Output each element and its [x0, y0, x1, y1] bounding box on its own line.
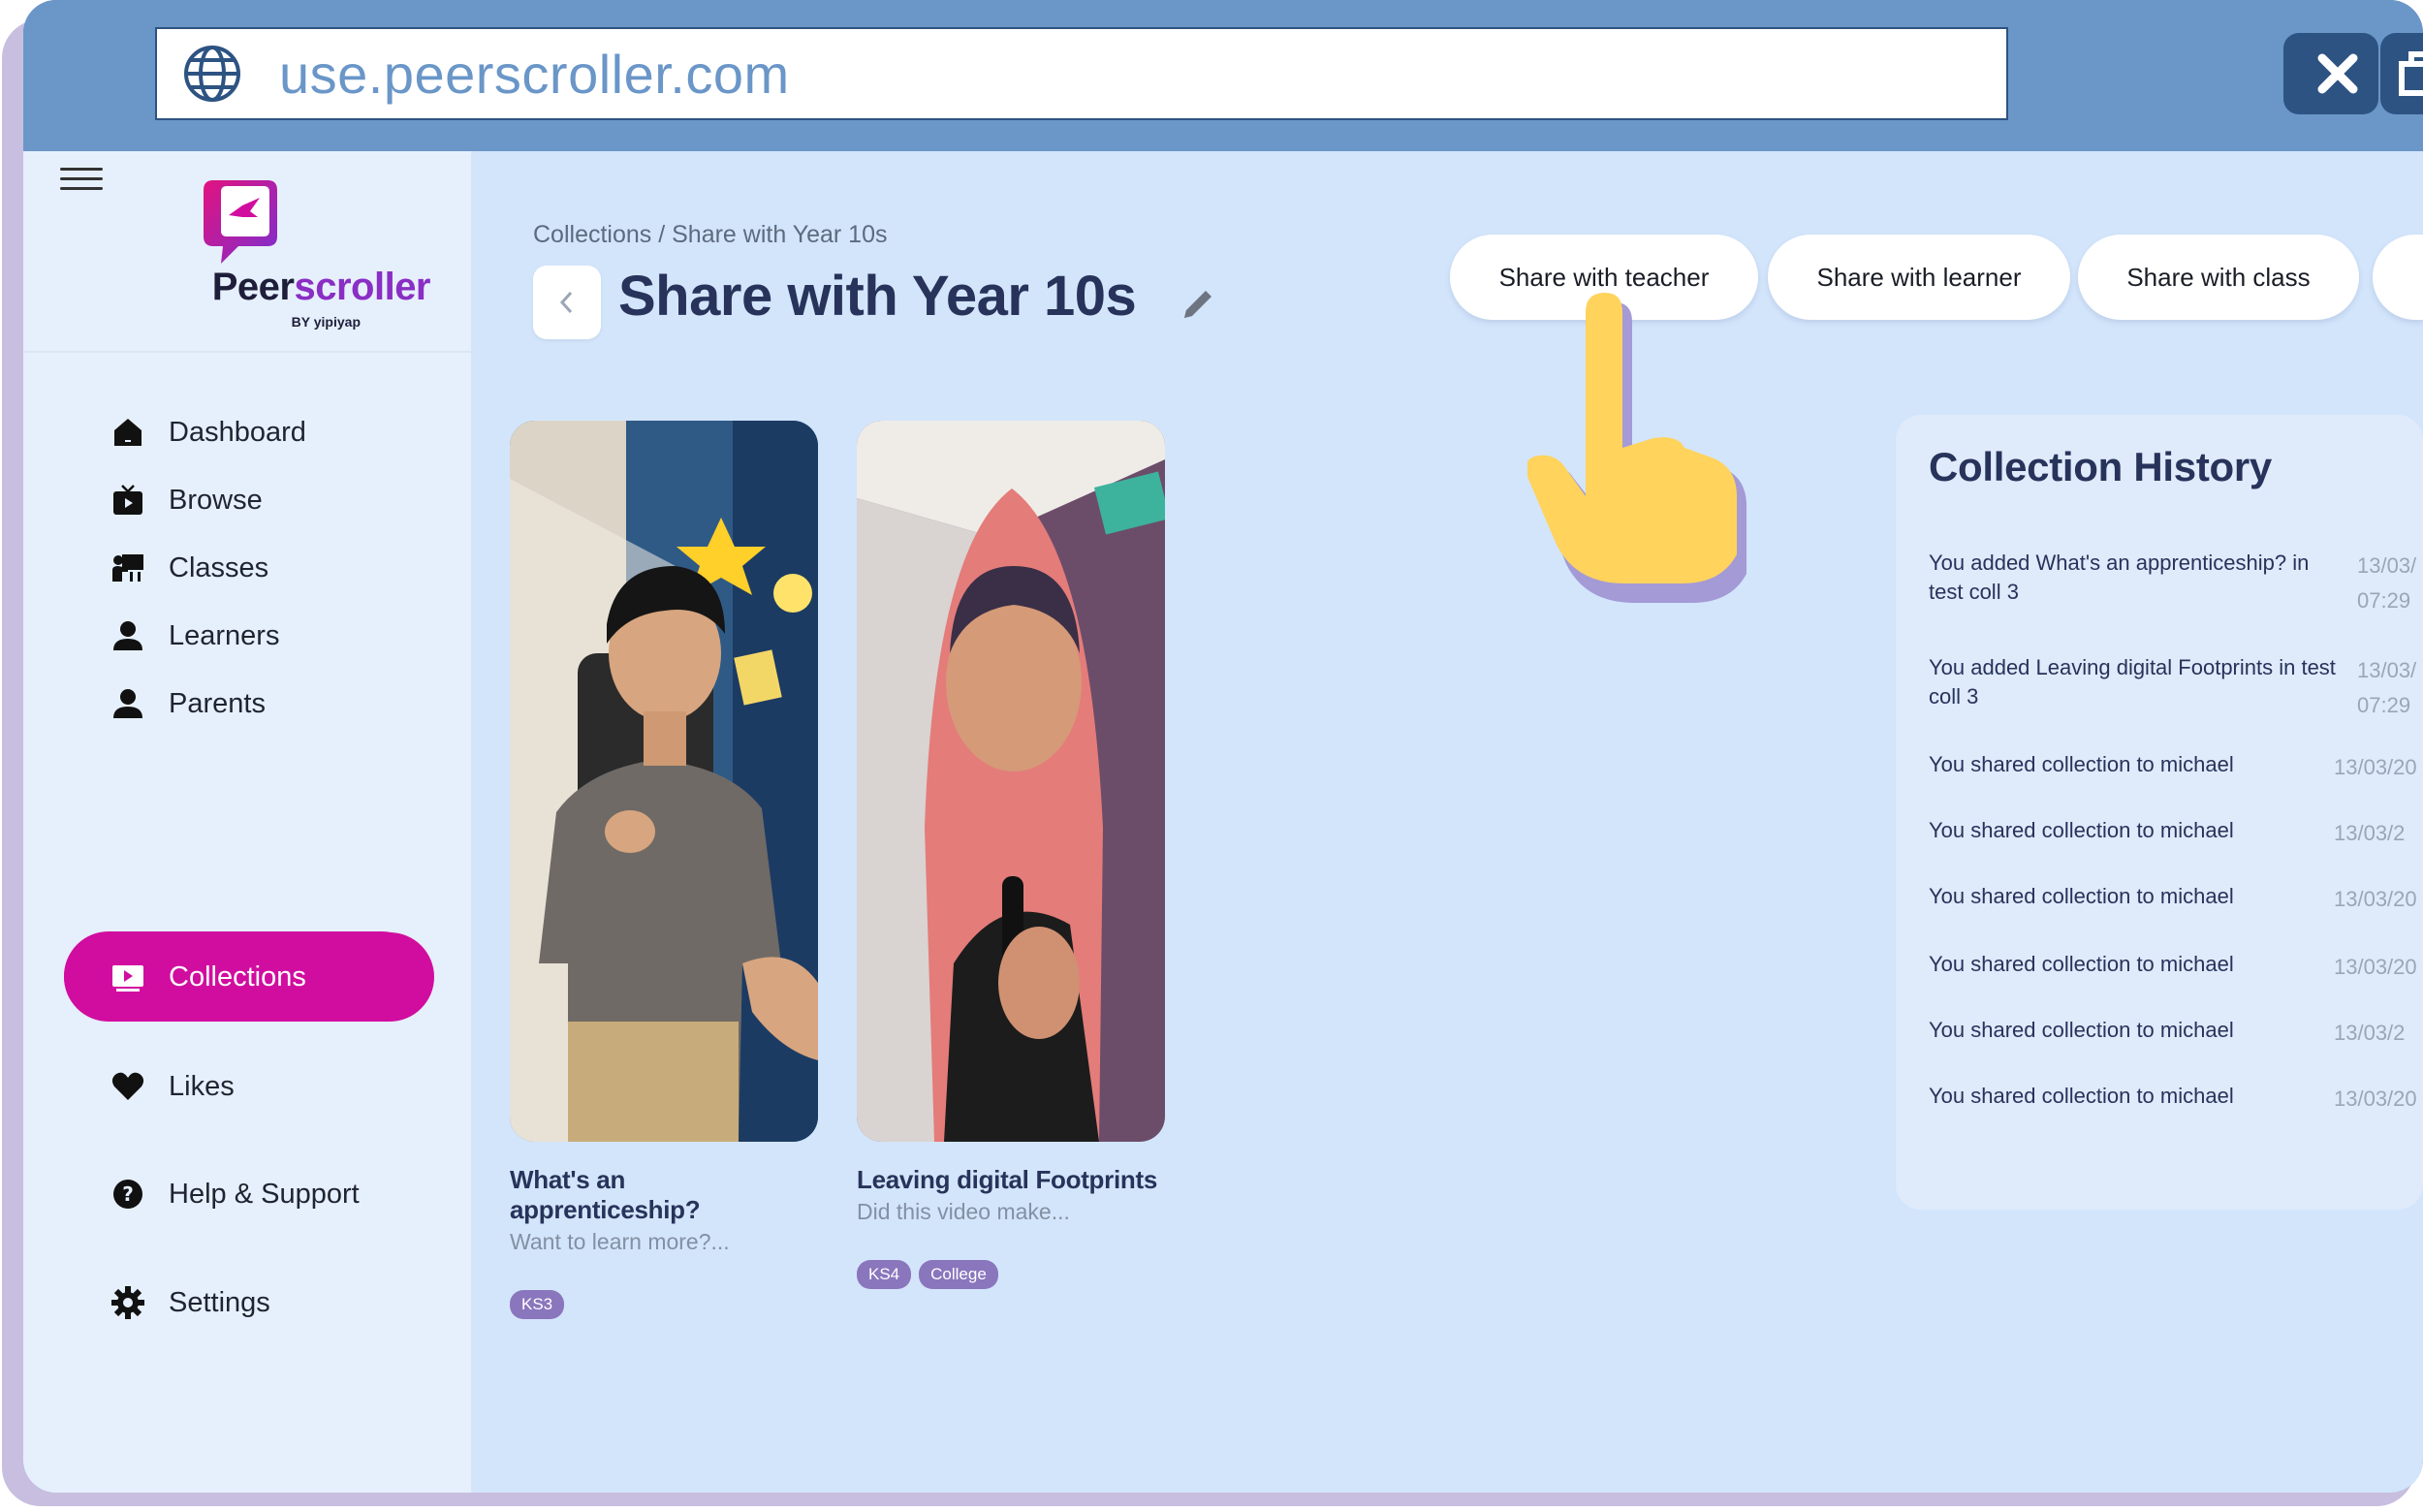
- logo-icon: [204, 180, 277, 264]
- video-title: Leaving digital Footprints: [857, 1165, 1157, 1194]
- sidebar-item-label: Browse: [169, 484, 263, 516]
- history-date: 13/03/2: [2334, 1021, 2406, 1045]
- history-date: 13/03/07:29: [2357, 658, 2417, 717]
- sidebar-item-label: Collections: [169, 961, 306, 992]
- video-card[interactable]: What's an apprenticeship? Want to learn …: [510, 421, 818, 1319]
- close-icon: [2317, 53, 2358, 94]
- logo-wordmark: Peerscroller: [211, 266, 431, 308]
- tag-badge: KS4: [857, 1260, 912, 1289]
- restore-icon: [2399, 51, 2423, 96]
- home-icon: [109, 413, 147, 452]
- video-thumbnail[interactable]: [510, 421, 818, 1142]
- pointing-hand-icon: [1527, 293, 1746, 603]
- logo-byline: BY yipiyap: [291, 314, 361, 330]
- video-title: What's an apprenticeship?: [510, 1165, 701, 1224]
- play-screen-icon: [109, 958, 147, 996]
- share-with-class-button[interactable]: Share with class: [2078, 235, 2359, 320]
- gear-icon: [109, 1283, 147, 1322]
- history-date: 13/03/20: [2334, 955, 2417, 979]
- sidebar-item-collections-active[interactable]: Collections: [64, 932, 434, 1022]
- sidebar-item-label: Learners: [169, 619, 280, 651]
- share-with-learner-button[interactable]: Share with learner: [1768, 235, 2070, 320]
- history-date: 13/03/07:29: [2357, 553, 2417, 613]
- video-subtitle: Did this video make...: [857, 1199, 1070, 1224]
- tag-badge: KS3: [510, 1290, 565, 1319]
- sidebar-item-label: Classes: [169, 551, 269, 583]
- address-bar[interactable]: use.peerscroller.com: [155, 27, 2008, 120]
- history-date: 13/03/20: [2334, 887, 2417, 911]
- peerscroller-logo: Peerscroller BY yipiyap: [23, 169, 471, 353]
- sidebar-item-label: Likes: [169, 1070, 235, 1102]
- browser-titlebar: use.peerscroller.com: [23, 0, 2423, 151]
- sidebar-item-label: Settings: [169, 1286, 270, 1318]
- history-date: 13/03/20: [2334, 755, 2417, 779]
- tag-list: KS4 College: [857, 1260, 1165, 1289]
- chevron-left-icon: [559, 291, 573, 314]
- back-button[interactable]: [533, 266, 601, 339]
- video-thumbnail[interactable]: [857, 421, 1165, 1142]
- url-text: use.peerscroller.com: [279, 43, 790, 105]
- restore-button[interactable]: [2380, 33, 2423, 114]
- page-title: Share with Year 10s: [618, 265, 1137, 328]
- sidebar-item-parents[interactable]: Parents: [64, 659, 426, 748]
- person-icon: [109, 684, 147, 723]
- collection-history-title: Collection History: [1929, 444, 2272, 489]
- svg-text:?: ?: [122, 1182, 134, 1206]
- edit-pencil-icon[interactable]: [1179, 285, 1217, 324]
- sidebar-divider: [23, 351, 471, 353]
- sidebar-item-label: Help & Support: [169, 1178, 360, 1210]
- video-subtitle: Want to learn more?...: [510, 1229, 730, 1254]
- globe-icon: [178, 40, 246, 108]
- sidebar-item-label: Dashboard: [169, 416, 306, 448]
- help-icon: ?: [109, 1175, 147, 1213]
- person-icon: [109, 616, 147, 655]
- sidebar-item-likes[interactable]: Likes: [64, 1042, 426, 1131]
- main-content: Collections / Share with Year 10s Share …: [471, 151, 2423, 1493]
- history-date: 13/03/20: [2334, 1087, 2417, 1111]
- share-more-button[interactable]: [2373, 235, 2423, 320]
- tv-icon: [109, 481, 147, 520]
- sidebar-item-settings[interactable]: Settings: [64, 1258, 426, 1347]
- sidebar-item-help-support[interactable]: ? Help & Support: [64, 1150, 426, 1239]
- classroom-icon: [109, 549, 147, 587]
- history-date: 13/03/2: [2334, 821, 2406, 845]
- collection-history-panel: Collection History You added What's an a…: [1896, 415, 2423, 1210]
- video-card[interactable]: Leaving digital Footprints Did this vide…: [857, 421, 1165, 1289]
- sidebar-item-label: Parents: [169, 687, 266, 719]
- tag-badge: College: [919, 1260, 998, 1289]
- close-button[interactable]: [2297, 33, 2378, 114]
- tag-list: KS3: [510, 1290, 818, 1319]
- breadcrumb: Collections / Share with Year 10s: [533, 221, 888, 248]
- heart-icon: [109, 1067, 147, 1106]
